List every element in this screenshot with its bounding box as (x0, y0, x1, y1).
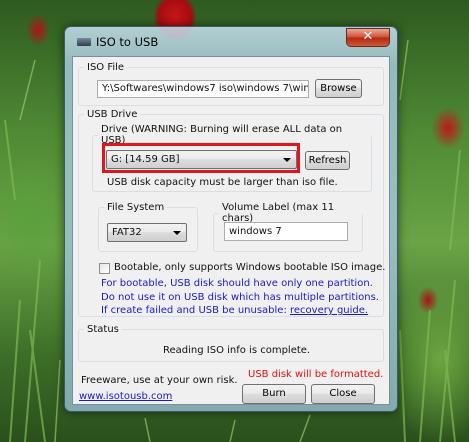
bootable-checkbox[interactable] (99, 263, 110, 274)
format-warning: USB disk will be formatted. (248, 369, 384, 380)
window-title: ISO to USB (96, 35, 159, 49)
window-close-button[interactable]: ✕ (346, 28, 390, 47)
volume-label-group-label: Volume Label (max 11 chars) (222, 202, 335, 224)
app-icon (77, 38, 91, 46)
volume-label-input[interactable]: windows 7 (224, 222, 348, 241)
iso-file-group-label: ISO File (87, 62, 125, 73)
close-button[interactable]: Close (311, 384, 375, 404)
freeware-text: Freeware, use at your own risk. (81, 375, 238, 386)
status-message: Reading ISO info is complete. (163, 345, 311, 356)
refresh-button[interactable]: Refresh (305, 151, 350, 170)
capacity-note: USB disk capacity must be larger than is… (107, 177, 338, 188)
bootable-note-3: If create failed and USB be unusable: re… (101, 305, 368, 316)
drive-highlight-box (102, 143, 300, 173)
title-bar[interactable]: ISO to USB ✕ (65, 27, 397, 55)
bootable-note-3-text: If create failed and USB be unusable: (101, 305, 291, 316)
bootable-note-1: For bootable, USB disk should have only … (101, 278, 373, 289)
file-system-select-value: FAT32 (112, 227, 142, 238)
file-system-select[interactable]: FAT32 (107, 223, 187, 242)
iso-path-input[interactable]: Y:\Softwares\windows7 iso\windows 7\wind… (97, 80, 309, 98)
bootable-note-2: Do not use it on USB disk which has mult… (101, 292, 379, 303)
burn-button[interactable]: Burn (242, 384, 306, 404)
file-system-group-label: File System (107, 202, 165, 213)
browse-button[interactable]: Browse (315, 79, 362, 98)
close-icon: ✕ (362, 29, 374, 44)
usb-drive-group-label: USB Drive (87, 109, 138, 120)
dropdown-arrow-icon (173, 231, 181, 235)
website-link[interactable]: www.isotousb.com (79, 391, 172, 402)
status-group: Status (78, 324, 384, 362)
bootable-label[interactable]: Bootable, only supports Windows bootable… (114, 262, 385, 273)
recovery-guide-link[interactable]: recovery guide. (290, 305, 368, 316)
status-group-label: Status (87, 324, 119, 335)
